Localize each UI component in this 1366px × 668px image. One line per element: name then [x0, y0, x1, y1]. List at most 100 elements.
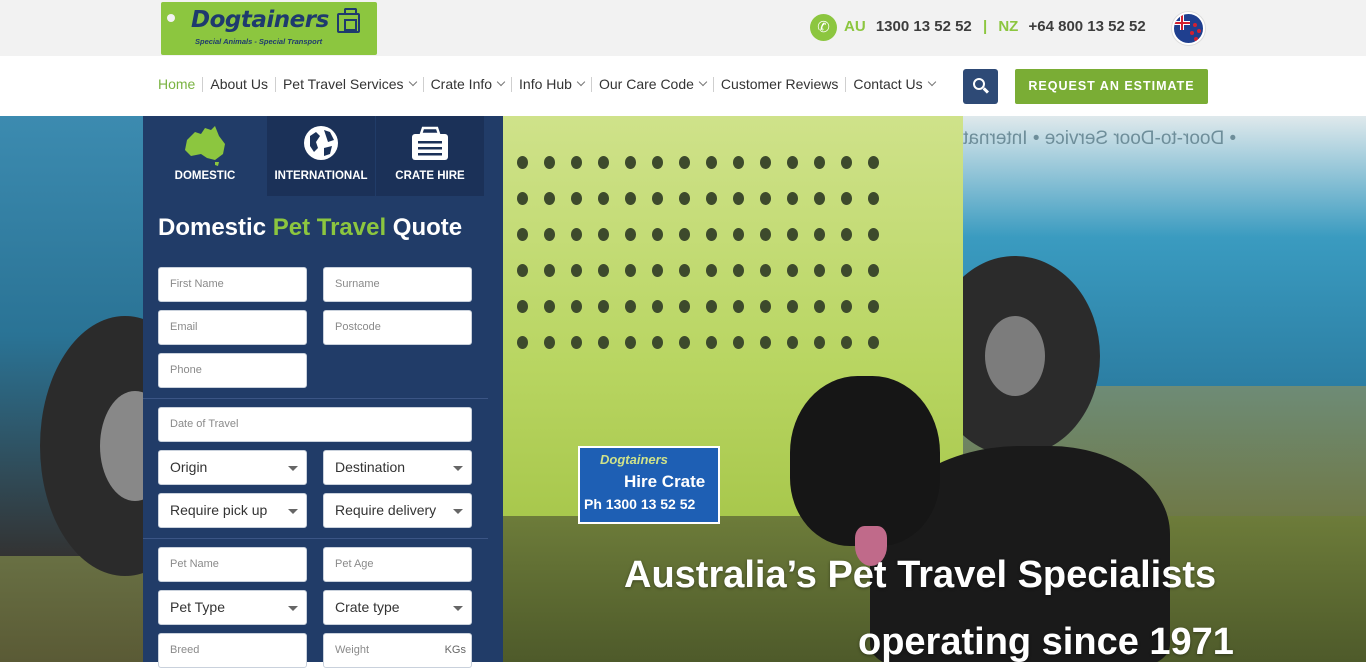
crate-vent-hole [598, 228, 609, 241]
crate-vent-hole [733, 264, 744, 277]
chevron-down-icon [453, 466, 463, 471]
crate-type-select[interactable]: Crate type [323, 590, 472, 625]
tab-domestic[interactable]: DOMESTIC [143, 116, 267, 196]
origin-select[interactable]: Origin [158, 450, 307, 485]
chevron-down-icon [576, 77, 586, 87]
crate-vent-hole [598, 264, 609, 277]
crate-vent-hole [868, 156, 879, 169]
breed-field[interactable]: Breed [158, 633, 307, 668]
logo-name: Dogtainers [191, 7, 329, 33]
crate-vent-hole [571, 264, 582, 277]
nav-item-our-care-code[interactable]: Our Care Code [599, 76, 708, 92]
tab-crate-hire[interactable]: CRATE HIRE [376, 116, 484, 196]
crate-vent-hole [544, 264, 555, 277]
date-of-travel-field[interactable]: Date of Travel [158, 407, 472, 442]
crate-vent-hole [598, 336, 609, 349]
nav-separator [274, 76, 276, 92]
crate-vent-hole [733, 300, 744, 313]
search-button[interactable] [963, 69, 998, 104]
pet-type-select-value: Pet Type [170, 599, 226, 615]
chevron-down-icon [408, 77, 417, 87]
crate-vent-hole [814, 300, 825, 313]
nz-flag-icon[interactable] [1172, 12, 1205, 45]
nav-separator [845, 76, 847, 92]
crate-vent-hole [517, 228, 528, 241]
crate-vent-hole [868, 300, 879, 313]
nav-item-pet-travel-services[interactable]: Pet Travel Services [283, 76, 417, 92]
crate-vent-hole [706, 192, 717, 205]
nav-separator [511, 76, 513, 92]
weight-field[interactable]: Weight KGs [323, 633, 472, 668]
crate-vent-hole [625, 156, 636, 169]
crate-vent-hole [598, 192, 609, 205]
nav-item-label: Contact Us [853, 76, 923, 92]
nav-item-crate-info[interactable]: Crate Info [431, 76, 506, 92]
crate-vent-hole [760, 300, 771, 313]
crate-vent-hole [760, 336, 771, 349]
pet-age-field[interactable]: Pet Age [323, 547, 472, 582]
form-divider [143, 538, 488, 539]
crate-vent-hole [679, 336, 690, 349]
sticker-phone: Ph 1300 13 52 52 [584, 496, 696, 512]
sticker-brand: Dogtainers [600, 452, 668, 467]
form-divider [143, 398, 488, 399]
phone-icon: ✆ [810, 14, 837, 41]
pet-type-select[interactable]: Pet Type [158, 590, 307, 625]
crate-vent-hole [841, 264, 852, 277]
crate-vent-hole [760, 156, 771, 169]
request-estimate-button[interactable]: REQUEST AN ESTIMATE [1015, 69, 1208, 104]
nz-code: NZ [998, 18, 1019, 35]
crate-vent-hole [679, 192, 690, 205]
crate-vent-hole [760, 228, 771, 241]
email-field[interactable]: Email [158, 310, 307, 345]
nav-item-label: Customer Reviews [720, 76, 839, 92]
crate-vent-hole [652, 264, 663, 277]
destination-select[interactable]: Destination [323, 450, 472, 485]
nav-item-home[interactable]: Home [158, 76, 195, 92]
nav-separator [712, 76, 714, 92]
tab-international-label: INTERNATIONAL [274, 170, 368, 182]
pet-name-field[interactable]: Pet Name [158, 547, 307, 582]
first-name-field[interactable]: First Name [158, 267, 307, 302]
crate-vent-hole [625, 300, 636, 313]
crate-vent-hole [625, 228, 636, 241]
nav-item-contact-us[interactable]: Contact Us [853, 76, 936, 92]
crate-vent-hole [544, 156, 555, 169]
pickup-select-value: Require pick up [170, 502, 268, 518]
globe-icon [304, 126, 338, 160]
top-bar: Dogtainers Special Animals - Special Tra… [0, 0, 1366, 56]
crate-vent-hole [733, 156, 744, 169]
nav-item-customer-reviews[interactable]: Customer Reviews [721, 76, 838, 92]
nav-menu: Home About Us Pet Travel Services Crate Inf… [158, 76, 936, 92]
delivery-select[interactable]: Require delivery [323, 493, 472, 528]
crate-vent-hole [733, 228, 744, 241]
quote-title-part1: Domestic [158, 214, 267, 241]
hero-headline-line1: Australia’s Pet Travel Specialists [624, 554, 1217, 596]
nav-separator [202, 76, 204, 92]
crate-vent-hole [652, 228, 663, 241]
crate-vent-hole [787, 264, 798, 277]
chevron-down-icon [288, 606, 298, 611]
crate-vent-hole [544, 192, 555, 205]
sticker-main: Hire Crate [624, 472, 706, 491]
nav-item-info-hub[interactable]: Info Hub [519, 76, 586, 92]
quote-panel: DOMESTIC INTERNATIONAL CRATE HIRE Domest… [143, 116, 503, 668]
nav-item-label: Info Hub [519, 76, 572, 92]
chevron-down-icon [927, 77, 936, 87]
australia-map-icon [185, 126, 225, 166]
au-phone-link[interactable]: 1300 13 52 52 [876, 18, 972, 35]
crate-vent-hole [868, 336, 879, 349]
pickup-select[interactable]: Require pick up [158, 493, 307, 528]
crate-vent-hole [814, 192, 825, 205]
crate-vent-hole [598, 156, 609, 169]
surname-field[interactable]: Surname [323, 267, 472, 302]
phone-field[interactable]: Phone [158, 353, 307, 388]
phone-numbers: AU 1300 13 52 52 | NZ +64 800 13 52 52 [844, 18, 1146, 35]
nz-phone-link[interactable]: +64 800 13 52 52 [1029, 18, 1146, 35]
tab-international[interactable]: INTERNATIONAL [267, 116, 375, 196]
crate-vent-hole [571, 156, 582, 169]
nav-item-about-us[interactable]: About Us [210, 76, 268, 92]
crate-vent-hole [814, 336, 825, 349]
site-logo[interactable]: Dogtainers Special Animals - Special Tra… [161, 2, 377, 55]
postcode-field[interactable]: Postcode [323, 310, 472, 345]
